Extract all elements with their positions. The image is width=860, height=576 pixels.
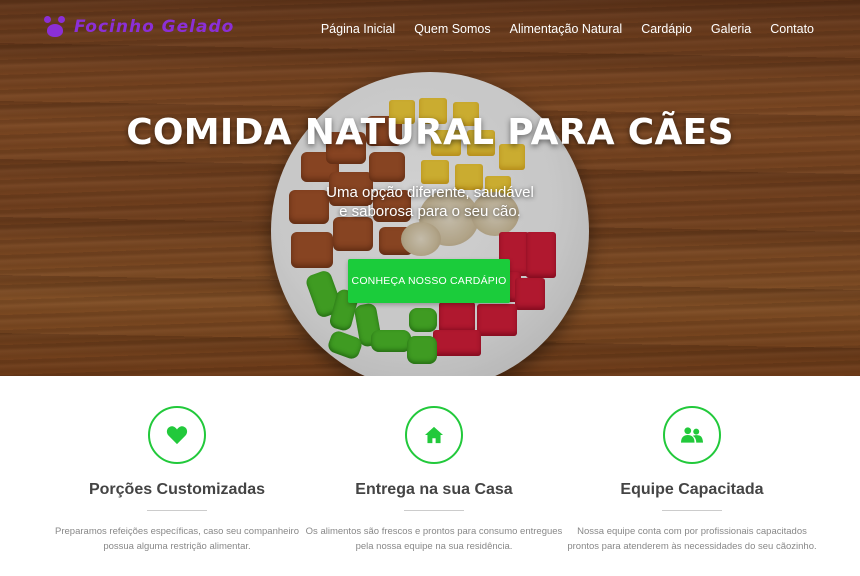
team-icon xyxy=(663,406,721,464)
heart-icon xyxy=(148,406,206,464)
view-menu-button[interactable]: CONHEÇA NOSSO CARDÁPIO xyxy=(348,259,510,303)
hero-subtitle: Uma opção diferente, saudável e saborosa… xyxy=(326,184,534,220)
feature-title: Entrega na sua Casa xyxy=(355,481,513,498)
nav-item-contact[interactable]: Contato xyxy=(770,22,814,36)
feature-custom-portions: Porções Customizadas Preparamos refeiçõe… xyxy=(47,376,307,554)
nav-item-natural-food[interactable]: Alimentação Natural xyxy=(510,22,623,36)
feature-title: Equipe Capacitada xyxy=(620,481,764,498)
feature-trained-team: Equipe Capacitada Nossa equipe conta com… xyxy=(562,376,822,554)
paw-icon xyxy=(44,16,66,38)
nav-item-menu[interactable]: Cardápio xyxy=(641,22,692,36)
nav-item-home[interactable]: Página Inicial xyxy=(321,22,395,36)
feature-description: Nossa equipe conta com por profissionais… xyxy=(567,526,817,552)
feature-home-delivery: Entrega na sua Casa Os alimentos são fre… xyxy=(304,376,564,554)
feature-title: Porções Customizadas xyxy=(88,481,266,498)
feature-description: Os alimentos são frescos e prontos para … xyxy=(305,526,563,552)
hero-title: COMIDA NATURAL PARA CÃES xyxy=(126,112,734,153)
divider xyxy=(147,510,207,511)
main-nav: Página Inicial Quem Somos Alimentação Na… xyxy=(321,22,814,36)
divider xyxy=(662,510,722,511)
divider xyxy=(404,510,464,511)
brand-name: Focinho Gelado xyxy=(74,17,235,37)
features-section: Porções Customizadas Preparamos refeiçõe… xyxy=(0,376,860,576)
nav-item-gallery[interactable]: Galeria xyxy=(711,22,751,36)
top-navigation-bar: Focinho Gelado Página Inicial Quem Somos… xyxy=(0,0,860,60)
feature-description: Preparamos refeições específicas, caso s… xyxy=(55,526,299,552)
site-logo[interactable]: Focinho Gelado xyxy=(44,16,234,38)
hero-banner: Focinho Gelado Página Inicial Quem Somos… xyxy=(0,0,860,376)
home-icon xyxy=(405,406,463,464)
nav-item-about[interactable]: Quem Somos xyxy=(414,22,490,36)
